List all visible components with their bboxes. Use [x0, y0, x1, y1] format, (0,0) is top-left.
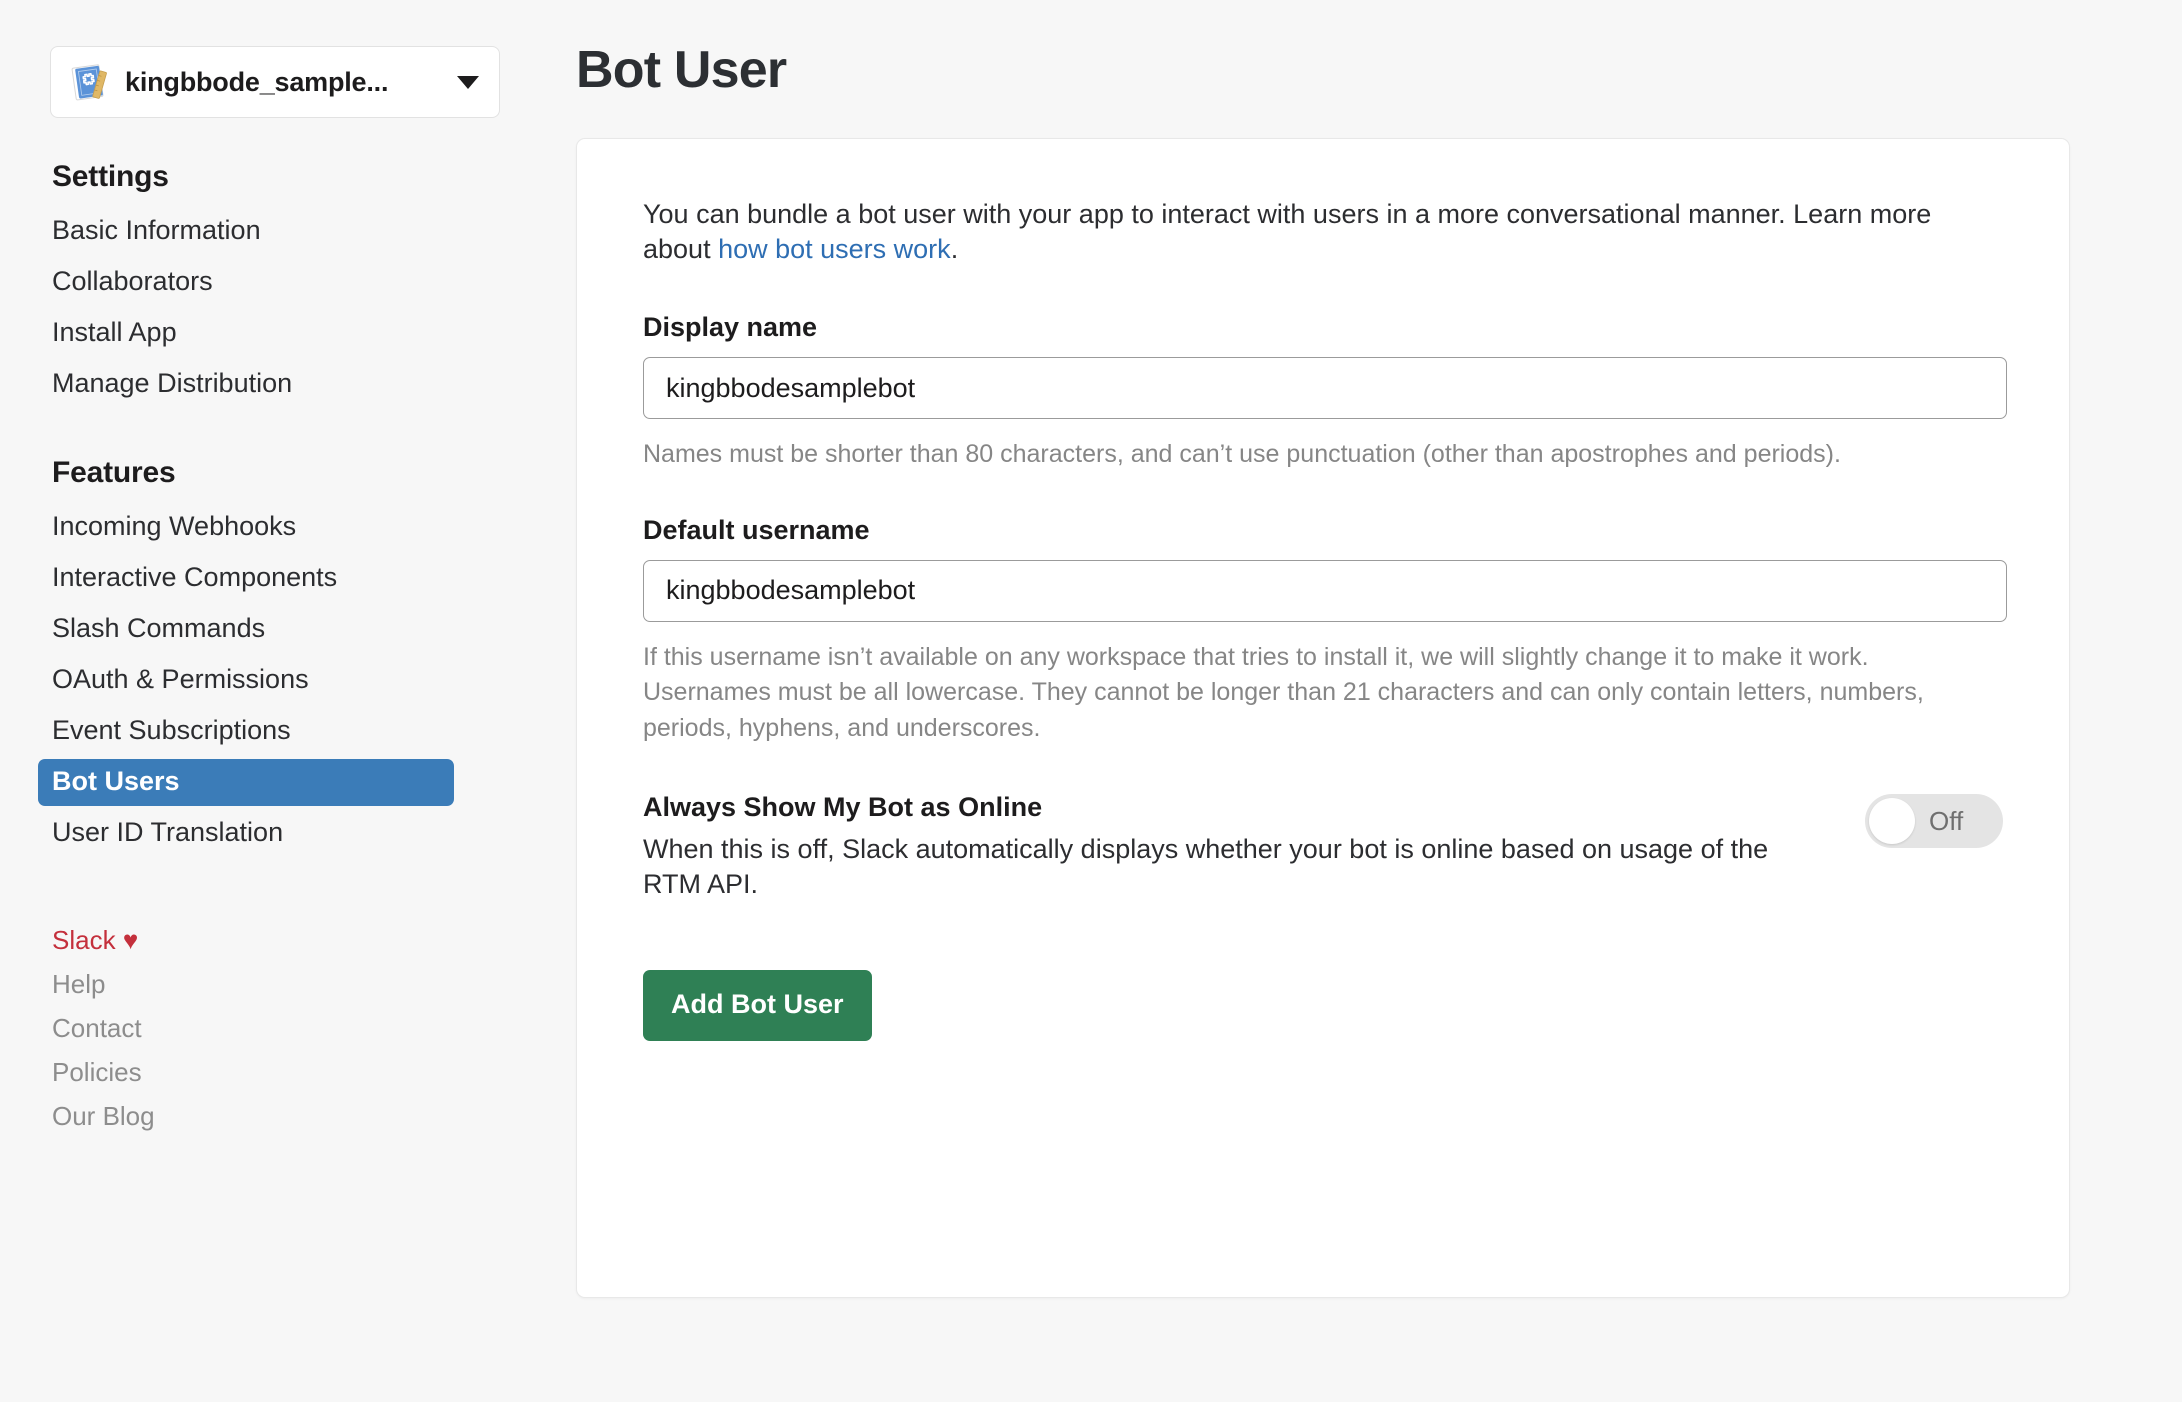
toggle-knob — [1869, 798, 1915, 845]
heart-icon: ♥ — [122, 925, 139, 955]
footer-link-contact[interactable]: Contact — [52, 1013, 520, 1044]
footer-link-our-blog[interactable]: Our Blog — [52, 1101, 520, 1132]
intro-paragraph: You can bundle a bot user with your app … — [643, 197, 2003, 266]
default-username-help: If this username isn’t available on any … — [643, 642, 1924, 742]
how-bot-users-work-link[interactable]: how bot users work — [718, 234, 951, 264]
sidebar-item-collaborators[interactable]: Collaborators — [38, 259, 454, 306]
display-name-input[interactable] — [643, 357, 2007, 420]
sidebar: kingbbode_sample... Settings Basic Infor… — [0, 0, 520, 1402]
bot-user-card: You can bundle a bot user with your app … — [576, 138, 2070, 1298]
nav-heading-settings: Settings — [52, 160, 169, 193]
online-toggle-description: When this is off, Slack automatically di… — [643, 834, 1769, 900]
intro-text-after: . — [950, 233, 959, 264]
footer-slack-label: Slack — [52, 925, 116, 955]
online-toggle-texts: Always Show My Bot as Online When this i… — [643, 792, 1823, 902]
sidebar-item-interactive-components[interactable]: Interactive Components — [38, 555, 454, 602]
add-bot-user-button[interactable]: Add Bot User — [643, 970, 872, 1042]
sidebar-item-oauth-permissions[interactable]: OAuth & Permissions — [38, 657, 454, 704]
blueprint-icon — [69, 61, 111, 103]
chevron-down-icon[interactable] — [457, 75, 479, 89]
display-name-help: Names must be shorter than 80 characters… — [643, 440, 1841, 469]
nav-list-settings: Basic Information Collaborators Install … — [50, 208, 520, 408]
sidebar-item-bot-users[interactable]: Bot Users — [38, 759, 454, 806]
sidebar-item-install-app[interactable]: Install App — [38, 310, 454, 357]
toggle-state-label: Off — [1929, 805, 1964, 836]
default-username-label: Default username — [643, 514, 870, 545]
sidebar-item-user-id-translation[interactable]: User ID Translation — [38, 810, 454, 857]
footer-link-help[interactable]: Help — [52, 969, 520, 1000]
always-online-toggle[interactable]: Off — [1865, 794, 2003, 849]
app-selector[interactable]: kingbbode_sample... — [50, 46, 500, 118]
sidebar-item-manage-distribution[interactable]: Manage Distribution — [38, 361, 454, 408]
sidebar-item-basic-information[interactable]: Basic Information — [38, 208, 454, 255]
app-selector-label: kingbbode_sample... — [125, 66, 389, 97]
default-username-input[interactable] — [643, 559, 2007, 622]
page-title: Bot User — [576, 41, 787, 99]
sidebar-footer: Slack ♥ Help Contact Policies Our Blog — [50, 925, 520, 1132]
sidebar-item-slash-commands[interactable]: Slash Commands — [38, 606, 454, 653]
bot-user-page: kingbbode_sample... Settings Basic Infor… — [0, 0, 2182, 1402]
footer-link-policies[interactable]: Policies — [52, 1057, 520, 1088]
main-content: Bot User You can bundle a bot user with … — [520, 0, 2182, 1402]
display-name-label: Display name — [643, 312, 818, 343]
sidebar-item-incoming-webhooks[interactable]: Incoming Webhooks — [38, 504, 454, 551]
online-toggle-row: Always Show My Bot as Online When this i… — [643, 792, 2003, 902]
nav-list-features: Incoming Webhooks Interactive Components… — [38, 504, 520, 857]
online-toggle-title: Always Show My Bot as Online — [643, 792, 1043, 823]
nav-heading-features: Features — [52, 456, 176, 489]
sidebar-item-event-subscriptions[interactable]: Event Subscriptions — [38, 708, 454, 755]
footer-link-slack[interactable]: Slack ♥ — [52, 925, 520, 956]
